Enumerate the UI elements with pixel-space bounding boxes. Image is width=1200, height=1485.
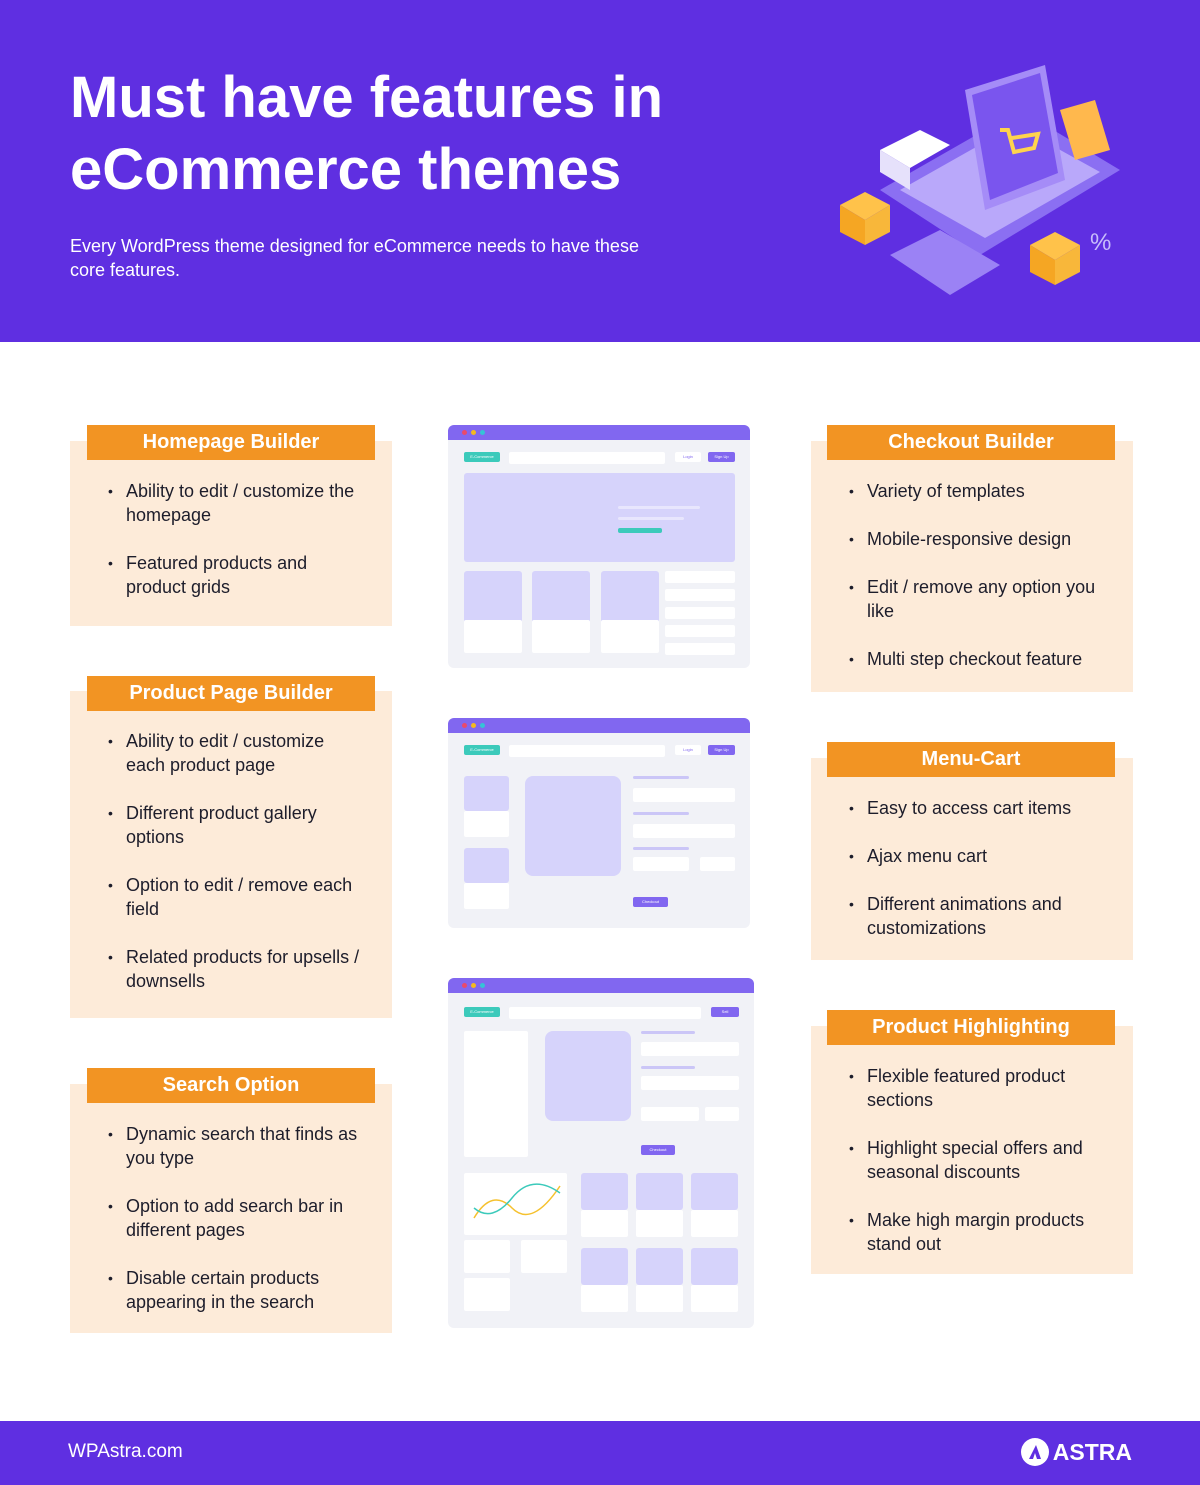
laptop-shopping-cart-icon: % bbox=[840, 65, 1120, 295]
hero-banner: Must have features in eCommerce themes E… bbox=[0, 0, 1200, 342]
feature-item: Dynamic search that finds as you type bbox=[108, 1122, 368, 1170]
product-page-mockup: E-Commerce Login Sign Up Checkout bbox=[448, 718, 750, 928]
feature-card-product-page-builder: Ability to edit / customize each product… bbox=[70, 691, 392, 1018]
feature-item: Flexible featured product sections bbox=[849, 1064, 1109, 1112]
page-subtitle: Every WordPress theme designed for eComm… bbox=[70, 236, 639, 280]
feature-item: Highlight special offers and seasonal di… bbox=[849, 1136, 1109, 1184]
feature-title: Menu-Cart bbox=[827, 742, 1115, 777]
feature-card-checkout-builder: Variety of templates Mobile-responsive de… bbox=[811, 441, 1133, 692]
feature-item: Ajax menu cart bbox=[849, 844, 1109, 868]
feature-title: Homepage Builder bbox=[87, 425, 375, 460]
svg-text:%: % bbox=[1090, 229, 1111, 256]
feature-title: Product Highlighting bbox=[827, 1010, 1115, 1045]
checkout-button: Checkout bbox=[633, 897, 668, 907]
signup-button: Sign Up bbox=[708, 452, 735, 462]
feature-item: Multi step checkout feature bbox=[849, 647, 1109, 671]
feature-item: Featured products and product grids bbox=[108, 551, 368, 599]
checkout-mockup: E-Commerce Sell Checkout bbox=[448, 978, 754, 1328]
feature-item: Different animations and customizations bbox=[849, 892, 1109, 940]
feature-item: Ability to edit / customize the homepage bbox=[108, 479, 368, 527]
astra-logo: ASTRA bbox=[1020, 1438, 1132, 1466]
page-title: Must have features in eCommerce themes bbox=[70, 65, 664, 202]
feature-title: Search Option bbox=[87, 1068, 375, 1103]
feature-item: Easy to access cart items bbox=[849, 796, 1109, 820]
brand-badge: E-Commerce bbox=[464, 1007, 500, 1017]
site-link[interactable]: WPAstra.com bbox=[68, 1441, 183, 1463]
footer: WPAstra.com ASTRA bbox=[0, 1421, 1200, 1485]
feature-card-search-option: Dynamic search that finds as you type Opt… bbox=[70, 1084, 392, 1333]
feature-title: Checkout Builder bbox=[827, 425, 1115, 460]
feature-title: Product Page Builder bbox=[87, 676, 375, 711]
feature-item: Different product gallery options bbox=[108, 801, 368, 849]
login-button: Login bbox=[675, 452, 701, 462]
feature-item: Variety of templates bbox=[849, 479, 1109, 503]
sell-button: Sell bbox=[711, 1007, 739, 1017]
feature-item: Related products for upsells / downsells bbox=[108, 945, 368, 993]
brand-badge: E-Commerce bbox=[464, 745, 500, 755]
homepage-mockup: E-Commerce Login Sign Up bbox=[448, 425, 750, 668]
brand-badge: E-Commerce bbox=[464, 452, 500, 462]
line-chart-icon bbox=[473, 1183, 561, 1219]
feature-item: Disable certain products appearing in th… bbox=[108, 1266, 368, 1314]
feature-item: Option to add search bar in different pa… bbox=[108, 1194, 368, 1242]
astra-logo-icon bbox=[1020, 1438, 1049, 1466]
signup-button: Sign Up bbox=[708, 745, 735, 755]
feature-card-homepage-builder: Ability to edit / customize the homepage… bbox=[70, 441, 392, 626]
feature-item: Ability to edit / customize each product… bbox=[108, 729, 368, 777]
checkout-button: Checkout bbox=[641, 1145, 675, 1155]
feature-item: Option to edit / remove each field bbox=[108, 873, 368, 921]
feature-item: Mobile-responsive design bbox=[849, 527, 1109, 551]
feature-item: Edit / remove any option you like bbox=[849, 575, 1109, 623]
feature-item: Make high margin products stand out bbox=[849, 1208, 1109, 1256]
feature-card-menu-cart: Easy to access cart items Ajax menu cart D… bbox=[811, 758, 1133, 960]
feature-card-product-highlighting: Flexible featured product sections Highli… bbox=[811, 1026, 1133, 1274]
astra-logo-text: ASTRA bbox=[1052, 1438, 1132, 1465]
login-button: Login bbox=[675, 745, 701, 755]
